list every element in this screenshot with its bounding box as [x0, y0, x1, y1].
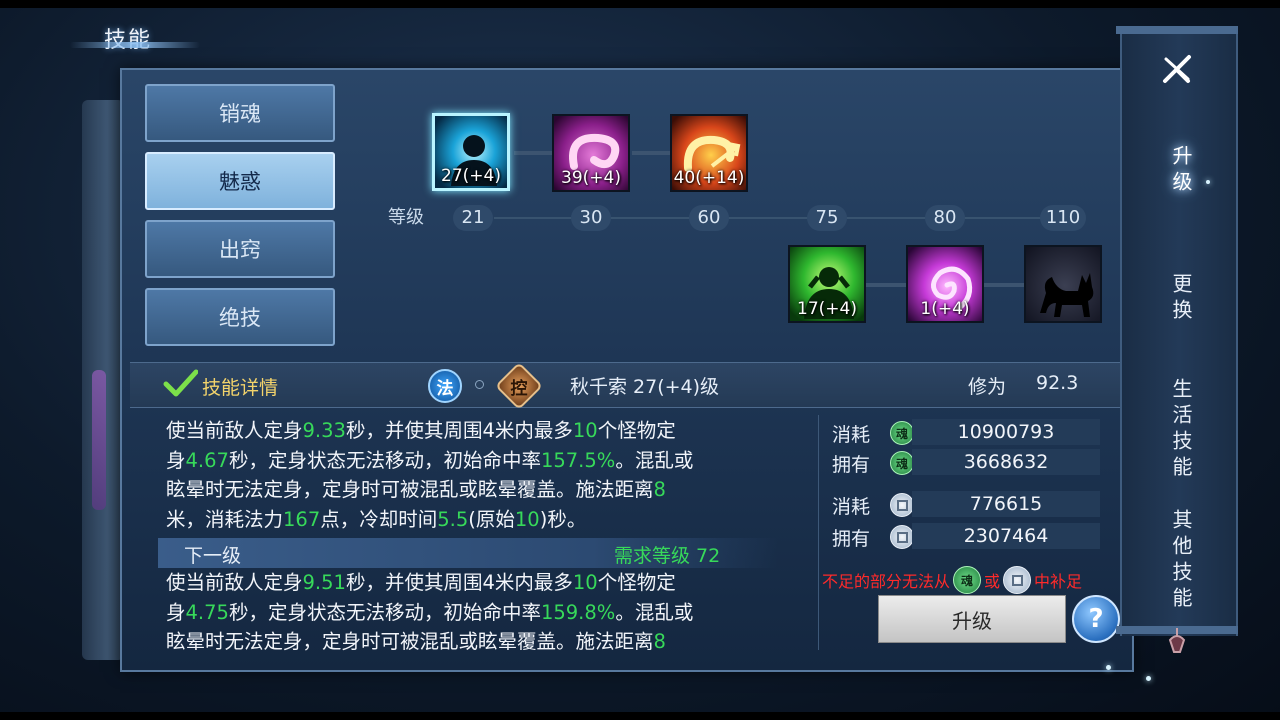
level-marker: 80: [925, 205, 965, 231]
cost-label: 消耗: [832, 496, 871, 518]
level-marker: 60: [689, 205, 729, 231]
side-tab-replace[interactable]: 更换: [1160, 271, 1194, 327]
warning-text: 或: [984, 572, 1001, 591]
silver-coin-icon: [890, 493, 914, 517]
screen-title: 技能: [104, 28, 153, 53]
top-letterbox: [0, 0, 1280, 8]
skill-fox[interactable]: [1024, 245, 1102, 323]
description-line: 使当前敌人定身9.51秒，并使其周围4米内最多10个怪物定: [166, 571, 676, 594]
level-marker: 30: [571, 205, 611, 231]
insufficient-warning: 不足的部分无法从 魂 或 中补足: [822, 566, 1082, 594]
tab-label: 魅惑: [219, 170, 261, 194]
skill-level-text: 39(+4): [561, 168, 621, 188]
skill-link: [866, 283, 906, 287]
magic-type-text: 法: [436, 378, 454, 399]
fox-silhouette-skill-icon: [1026, 247, 1100, 321]
warning-text: 中补足: [1034, 572, 1083, 591]
tab-xiaohun[interactable]: 销魂: [145, 84, 335, 142]
silver-coin-icon: [890, 525, 914, 549]
required-level-label: 需求等级 72: [614, 545, 721, 567]
skill-detail-label: 技能详情: [202, 377, 279, 399]
title-decoration: [70, 42, 200, 48]
sparkle-decoration: [1146, 676, 1151, 681]
next-level-label: 下一级: [184, 545, 242, 567]
side-tab-other-skills[interactable]: 其他技能: [1160, 505, 1194, 617]
side-tab-upgrade[interactable]: 升级: [1160, 143, 1194, 199]
description-line: 米，消耗法力167点，冷却时间5.5(原始10)秒。: [166, 507, 587, 531]
owned-label: 拥有: [832, 454, 871, 476]
skill-fire-arrow[interactable]: 40(+14): [670, 114, 748, 192]
skill-level-text: 1(+4): [920, 299, 970, 319]
cultivation-value: 92.3: [1036, 372, 1079, 394]
level-marker: 75: [807, 205, 847, 231]
skill-name: 秋千索 27(+4)级: [570, 376, 720, 398]
silver-coin-icon: [1003, 566, 1032, 594]
jade-currency-icon: 魂: [953, 566, 982, 594]
skill-description-current: 使当前敌人定身9.33秒，并使其周围4米内最多10个怪物定 身4.67秒，定身状…: [166, 416, 766, 534]
cultivation-label: 修为: [968, 376, 1007, 398]
close-icon[interactable]: [1158, 50, 1196, 88]
level-marker: 110: [1040, 205, 1086, 231]
skill-description-next: 使当前敌人定身9.51秒，并使其周围4米内最多10个怪物定 身4.75秒，定身状…: [166, 568, 766, 657]
skill-level-text: 40(+14): [673, 168, 745, 188]
skill-level-text: 27(+4): [441, 166, 501, 186]
skill-link: [632, 151, 670, 155]
tab-meihuo[interactable]: 魅惑: [145, 152, 335, 210]
help-button[interactable]: ?: [1072, 595, 1120, 643]
jade-owned-value: 3668632: [912, 449, 1100, 475]
jade-currency-icon: 魂: [890, 421, 914, 445]
skill-green-figure[interactable]: 17(+4): [788, 245, 866, 323]
tab-chuqiao[interactable]: 出窍: [145, 220, 335, 278]
tab-jueji[interactable]: 绝技: [145, 288, 335, 346]
description-line: 眩晕时无法定身，定身时可被混乱或眩晕覆盖。施法距离8: [166, 630, 666, 653]
skill-purple-vortex[interactable]: 1(+4): [906, 245, 984, 323]
level-marker: 21: [453, 205, 493, 231]
skill-level-text: 17(+4): [797, 299, 857, 319]
cost-label: 消耗: [832, 424, 871, 446]
description-line: 身4.75秒，定身状态无法移动，初始命中率159.8%。混乱或: [166, 600, 694, 624]
tassel-icon: [1168, 628, 1186, 653]
skill-pink-ribbon[interactable]: 39(+4): [552, 114, 630, 192]
tab-label: 销魂: [219, 102, 261, 126]
divider: [818, 415, 819, 650]
sparkle-decoration: [1106, 665, 1111, 670]
owned-label: 拥有: [832, 528, 871, 550]
checkmark-icon: [163, 369, 198, 397]
skill-silhouette[interactable]: 27(+4): [432, 113, 510, 191]
ribbon-decoration: [92, 370, 106, 510]
coin-cost-value: 776615: [912, 491, 1100, 517]
scroll-rod-top: [1116, 26, 1238, 34]
description-line: 身4.67秒，定身状态无法移动，初始命中率157.5%。混乱或: [166, 448, 694, 472]
upgrade-button[interactable]: 升级: [878, 595, 1066, 643]
skill-link: [514, 151, 552, 155]
level-label: 等级: [388, 207, 424, 228]
skill-link: [984, 283, 1024, 287]
control-type-text: 控: [510, 378, 528, 399]
sparkle-decoration: [1206, 180, 1210, 184]
jade-cost-value: 10900793: [912, 419, 1100, 445]
jade-currency-icon: 魂: [890, 451, 914, 475]
warning-text: 不足的部分无法从: [822, 572, 951, 591]
tab-label: 绝技: [219, 306, 261, 330]
description-line: 眩晕时无法定身，定身时可被混乱或眩晕覆盖。施法距离8: [166, 478, 666, 501]
bottom-letterbox: [0, 712, 1280, 720]
coin-owned-value: 2307464: [912, 523, 1100, 549]
side-tab-life-skills[interactable]: 生活技能: [1160, 374, 1194, 486]
magic-type-icon: 法: [428, 369, 462, 403]
tab-label: 出窍: [219, 238, 261, 262]
separator-dot: [475, 380, 484, 389]
description-line: 使当前敌人定身9.33秒，并使其周围4米内最多10个怪物定: [166, 419, 676, 442]
